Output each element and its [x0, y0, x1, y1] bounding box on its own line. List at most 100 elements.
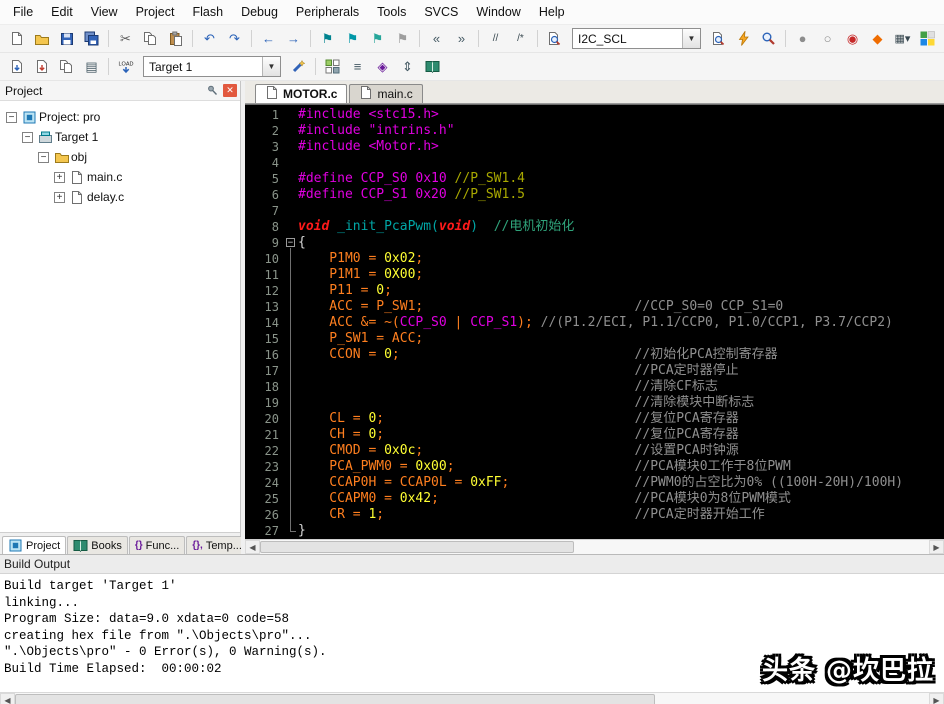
cut-icon[interactable]: ✂: [114, 28, 137, 50]
code-line[interactable]: 24 CCAP0H = CCAP0L = 0xFF; //PWM0的占空比为0%…: [245, 475, 944, 491]
close-icon[interactable]: ✕: [223, 84, 237, 97]
manage-project-items-icon[interactable]: [321, 56, 344, 78]
unindent-icon[interactable]: «: [425, 28, 448, 50]
chevron-down-icon[interactable]: ▼: [682, 29, 700, 48]
scroll-left-icon[interactable]: ◀: [245, 540, 260, 554]
target-combo[interactable]: Target 1 ▼: [143, 56, 281, 77]
code-line[interactable]: 1#include <stc15.h>: [245, 107, 944, 123]
books-icon[interactable]: [421, 56, 444, 78]
code-line[interactable]: 19 //清除模块中断标志: [245, 395, 944, 411]
editor-tab-motorc[interactable]: MOTOR.c: [255, 84, 347, 103]
code-line[interactable]: 13 ACC = P_SW1; //CCP_S0=0 CCP_S1=0: [245, 299, 944, 315]
chevron-down-icon[interactable]: ▼: [262, 57, 280, 76]
menu-flash[interactable]: Flash: [183, 1, 232, 23]
build-icon[interactable]: [30, 56, 53, 78]
menu-tools[interactable]: Tools: [368, 1, 415, 23]
edit-find-icon[interactable]: [707, 28, 730, 50]
scroll-right-icon[interactable]: ▶: [929, 540, 944, 554]
menu-project[interactable]: Project: [127, 1, 184, 23]
file-extensions-icon[interactable]: ≡: [346, 56, 369, 78]
options-for-target-icon[interactable]: [287, 56, 310, 78]
panel-tab-project[interactable]: Project: [2, 536, 66, 554]
menu-peripherals[interactable]: Peripherals: [287, 1, 368, 23]
hscroll-thumb[interactable]: [260, 541, 574, 553]
undo-icon[interactable]: ↶: [198, 28, 221, 50]
expand-icon[interactable]: +: [54, 192, 65, 203]
expand-icon[interactable]: +: [54, 172, 65, 183]
tree-item[interactable]: +main.c: [0, 167, 240, 187]
fold-marker-icon[interactable]: [285, 235, 298, 251]
code-line[interactable]: 20 CL = 0; //复位PCA寄存器: [245, 411, 944, 427]
output-hscroll-thumb[interactable]: [15, 694, 655, 704]
editor-tab-mainc[interactable]: main.c: [349, 84, 422, 103]
code-line[interactable]: 11 P1M1 = 0X00;: [245, 267, 944, 283]
find-in-files-icon[interactable]: [543, 28, 566, 50]
menu-edit[interactable]: Edit: [42, 1, 82, 23]
output-hscrollbar[interactable]: ◀ ▶: [0, 692, 944, 704]
code-line[interactable]: 2#include "intrins.h": [245, 123, 944, 139]
code-editor[interactable]: 1#include <stc15.h>2#include "intrins.h"…: [245, 104, 944, 539]
bookmark-clear-icon[interactable]: ⚑: [391, 28, 414, 50]
code-line[interactable]: 16 CCON = 0; //初始化PCA控制寄存器: [245, 347, 944, 363]
collapse-icon[interactable]: −: [22, 132, 33, 143]
code-line[interactable]: 7: [245, 203, 944, 219]
rebuild-all-icon[interactable]: [55, 56, 78, 78]
tree-item[interactable]: +delay.c: [0, 187, 240, 207]
code-line[interactable]: 22 CMOD = 0x0c; //设置PCA时钟源: [245, 443, 944, 459]
search-icon[interactable]: [757, 28, 780, 50]
panel-tab-books[interactable]: Books: [67, 536, 128, 554]
indent-icon[interactable]: »: [450, 28, 473, 50]
tree-item[interactable]: −Project: pro: [0, 107, 240, 127]
code-line[interactable]: 14 ACC &= ~(CCP_S0 | CCP_S1); //(P1.2/EC…: [245, 315, 944, 331]
code-line[interactable]: 8void _init_PcaPwm(void) //电机初始化: [245, 219, 944, 235]
code-line[interactable]: 27}: [245, 523, 944, 539]
copy-icon[interactable]: [139, 28, 162, 50]
tree-item[interactable]: −obj: [0, 147, 240, 167]
functions-icon[interactable]: ◈: [371, 56, 394, 78]
code-line[interactable]: 21 CH = 0; //复位PCA寄存器: [245, 427, 944, 443]
paste-icon[interactable]: [164, 28, 187, 50]
code-line[interactable]: 6#define CCP_S1 0x20 //P_SW1.5: [245, 187, 944, 203]
save-icon[interactable]: [55, 28, 78, 50]
batch-build-icon[interactable]: ▤: [80, 56, 103, 78]
breakpoint-toggle-icon[interactable]: ●: [791, 28, 814, 50]
breakpoint-disable-icon[interactable]: ○: [816, 28, 839, 50]
comment-selection-icon[interactable]: //: [484, 28, 507, 50]
code-line[interactable]: 17 //PCA定时器停止: [245, 363, 944, 379]
bookmark-previous-icon[interactable]: ⚑: [341, 28, 364, 50]
navigate-forward-icon[interactable]: →: [282, 28, 305, 50]
code-line[interactable]: 15 P_SW1 = ACC;: [245, 331, 944, 347]
pin-icon[interactable]: [205, 84, 220, 98]
panel-tab-temp[interactable]: {},Temp...: [186, 536, 248, 554]
code-line[interactable]: 25 CCAPM0 = 0x42; //PCA模块0为8位PWM模式: [245, 491, 944, 507]
code-line[interactable]: 23 PCA_PWM0 = 0x00; //PCA模块0工作于8位PWM: [245, 459, 944, 475]
uncomment-selection-icon[interactable]: /*: [509, 28, 532, 50]
translate-file-icon[interactable]: [5, 56, 28, 78]
code-line[interactable]: 5#define CCP_S0 0x10 //P_SW1.4: [245, 171, 944, 187]
hscroll-track[interactable]: [260, 540, 929, 554]
panel-tab-func[interactable]: {}Func...: [129, 536, 185, 554]
code-line[interactable]: 4: [245, 155, 944, 171]
code-line[interactable]: 18 //清除CF标志: [245, 379, 944, 395]
redo-icon[interactable]: ↷: [223, 28, 246, 50]
window-layout-icon[interactable]: ▦▾: [891, 28, 914, 50]
scroll-left-icon[interactable]: ◀: [0, 693, 15, 704]
menu-svcs[interactable]: SVCS: [415, 1, 467, 23]
bookmark-next-icon[interactable]: ⚑: [366, 28, 389, 50]
flash-programming-icon[interactable]: [732, 28, 755, 50]
editor-hscrollbar[interactable]: ◀ ▶: [245, 539, 944, 554]
output-hscroll-track[interactable]: [15, 693, 929, 704]
open-file-icon[interactable]: [30, 28, 53, 50]
navigate-up-down-icon[interactable]: ⇕: [396, 56, 419, 78]
save-all-icon[interactable]: [80, 28, 103, 50]
bookmark-toggle-icon[interactable]: ⚑: [316, 28, 339, 50]
menu-debug[interactable]: Debug: [232, 1, 287, 23]
menu-help[interactable]: Help: [530, 1, 574, 23]
collapse-icon[interactable]: −: [38, 152, 49, 163]
menu-window[interactable]: Window: [467, 1, 529, 23]
new-file-icon[interactable]: [5, 28, 28, 50]
navigate-back-icon[interactable]: ←: [257, 28, 280, 50]
scroll-right-icon[interactable]: ▶: [929, 693, 944, 704]
code-line[interactable]: 10 P1M0 = 0x02;: [245, 251, 944, 267]
menu-view[interactable]: View: [82, 1, 127, 23]
